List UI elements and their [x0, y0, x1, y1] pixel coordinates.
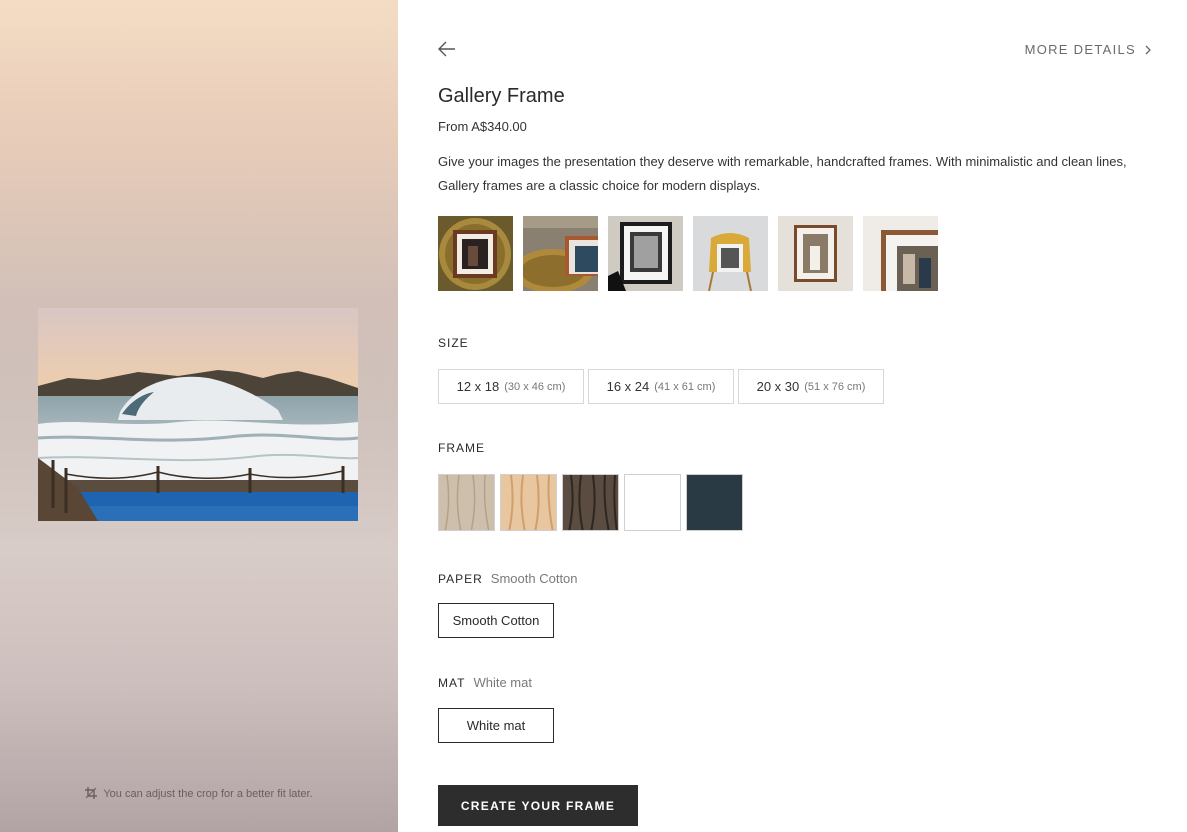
size-option-inches: 12 x 18	[456, 379, 500, 394]
product-title: Gallery Frame	[438, 85, 565, 107]
size-option-cm: (30 x 46 cm)	[504, 380, 566, 393]
natural-ash-swatch	[501, 475, 556, 530]
mat-option-label: White mat	[466, 718, 526, 733]
product-price: From A$340.00	[438, 119, 527, 134]
mat-label: MAT	[438, 676, 466, 690]
frame-corner-photo	[523, 216, 598, 291]
dark-walnut-swatch	[563, 475, 618, 530]
back-button[interactable]	[438, 40, 456, 58]
thumbnail-5[interactable]	[778, 216, 853, 291]
frame-label: FRAME	[438, 441, 485, 455]
frame-swatch-light-oak[interactable]	[438, 474, 495, 531]
arrow-left-icon	[438, 41, 455, 57]
mat-selected-value: White mat	[473, 675, 532, 690]
frame-closeup-photo	[863, 216, 938, 291]
thumbnail-2[interactable]	[523, 216, 598, 291]
artwork-preview-image[interactable]	[38, 308, 358, 521]
crop-hint: You can adjust the crop for a better fit…	[0, 787, 398, 800]
more-details-label: MORE DETAILS	[1024, 42, 1136, 57]
product-options-panel: MORE DETAILS Gallery Frame From A$340.00…	[438, 0, 1158, 832]
size-option-cm: (41 x 61 cm)	[654, 380, 716, 393]
mat-option-white-mat[interactable]: White mat	[438, 708, 554, 743]
size-options: 12 x 18 (30 x 46 cm) 16 x 24 (41 x 61 cm) …	[438, 369, 884, 404]
crop-icon	[85, 787, 98, 799]
create-your-frame-button[interactable]: CREATE YOUR FRAME	[438, 785, 638, 826]
size-option-inches: 16 x 24	[606, 379, 650, 394]
paper-option-smooth-cotton[interactable]: Smooth Cotton	[438, 603, 554, 638]
product-description: Give your images the presentation they d…	[438, 154, 1127, 193]
thumbnail-3[interactable]	[608, 216, 683, 291]
frame-section-label: FRAME	[438, 441, 485, 455]
frame-swatch-white[interactable]	[624, 474, 681, 531]
size-option-16x24[interactable]: 16 x 24 (41 x 61 cm)	[588, 369, 734, 404]
mat-section-label: MAT White mat	[438, 675, 532, 690]
frame-swatch-dark-walnut[interactable]	[562, 474, 619, 531]
black-frame-photo	[608, 216, 683, 291]
paper-selected-value: Smooth Cotton	[490, 571, 578, 586]
more-details-link[interactable]: MORE DETAILS	[1025, 42, 1152, 57]
size-option-20x30[interactable]: 20 x 30 (51 x 76 cm)	[738, 369, 884, 404]
frame-on-chair-photo	[693, 216, 768, 291]
frame-swatches	[438, 474, 743, 531]
frame-swatch-natural-ash[interactable]	[500, 474, 557, 531]
chevron-right-icon	[1145, 45, 1151, 54]
size-option-cm: (51 x 76 cm)	[804, 380, 866, 393]
size-section-label: SIZE	[438, 336, 469, 350]
size-option-12x18[interactable]: 12 x 18 (30 x 46 cm)	[438, 369, 584, 404]
ocean-wave-photo	[38, 308, 358, 521]
frame-swatch-charcoal[interactable]	[686, 474, 743, 531]
thumbnail-6[interactable]	[863, 216, 938, 291]
size-option-inches: 20 x 30	[756, 379, 800, 394]
thumbnail-4[interactable]	[693, 216, 768, 291]
size-label: SIZE	[438, 336, 469, 350]
thumbnail-1[interactable]	[438, 216, 513, 291]
crop-hint-text: You can adjust the crop for a better fit…	[103, 788, 313, 800]
paper-option-label: Smooth Cotton	[452, 613, 540, 628]
walnut-frame-photo	[778, 216, 853, 291]
frame-preview-panel: You can adjust the crop for a better fit…	[0, 0, 398, 832]
paper-label: PAPER	[438, 572, 483, 586]
light-oak-swatch	[439, 475, 494, 530]
frame-on-tray-photo	[438, 216, 513, 291]
gallery-thumbnails	[438, 216, 938, 291]
cta-label: CREATE YOUR FRAME	[460, 798, 616, 813]
paper-section-label: PAPER Smooth Cotton	[438, 571, 578, 586]
